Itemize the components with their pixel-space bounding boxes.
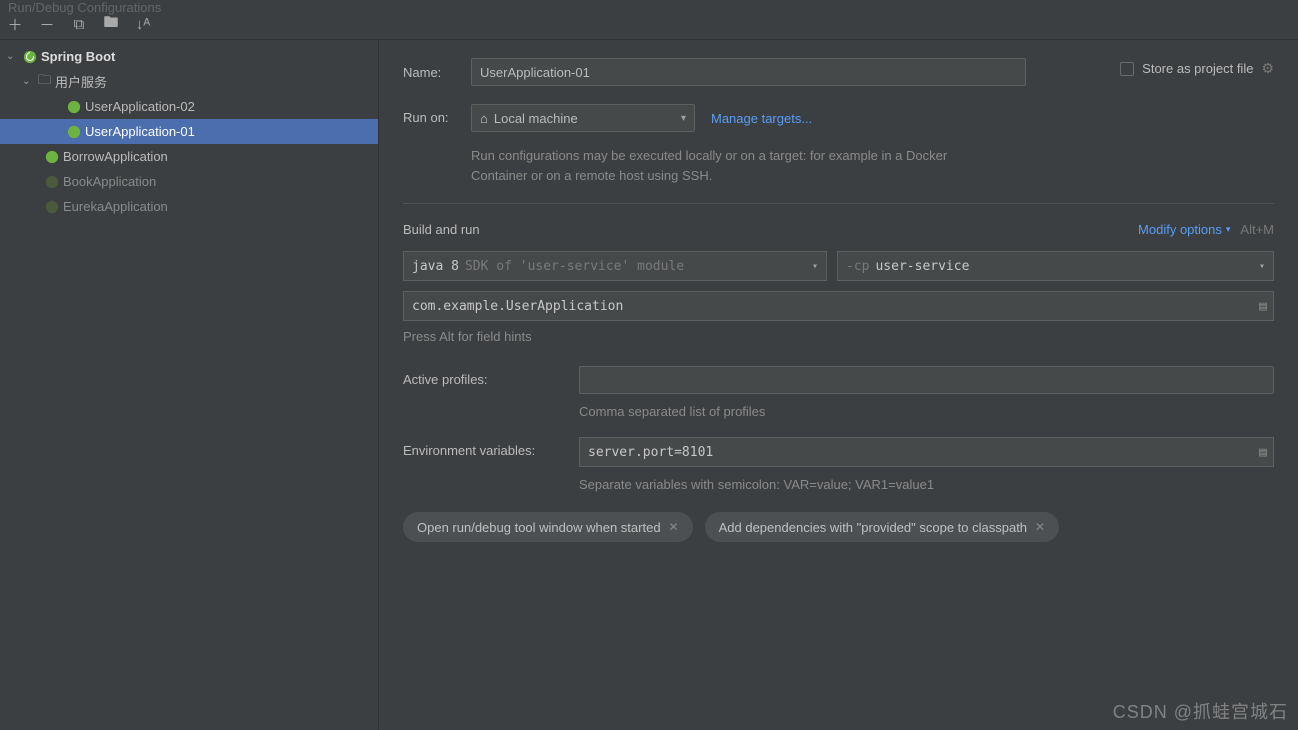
separator [403, 203, 1274, 204]
list-icon[interactable]: ▤ [1259, 445, 1267, 460]
tree-root-spring-boot[interactable]: ⌄ Spring Boot [0, 44, 378, 69]
chip-label: Open run/debug tool window when started [417, 520, 661, 535]
cp-prefix: -cp [846, 259, 869, 274]
name-label: Name: [403, 65, 471, 80]
classpath-combo[interactable]: -cp user-service ▾ [837, 251, 1274, 281]
copy-icon[interactable]: ⧉ [70, 16, 88, 33]
checkbox-icon[interactable] [1120, 62, 1134, 76]
chevron-down-icon: ▾ [1226, 224, 1231, 235]
jdk-value: java 8 [412, 259, 459, 274]
spring-icon [22, 49, 37, 64]
list-icon[interactable]: ▤ [1259, 299, 1267, 314]
spring-icon [44, 149, 59, 164]
gear-icon[interactable]: ⚙ [1261, 60, 1274, 77]
modify-options-link[interactable]: Modify options ▾ [1138, 222, 1230, 237]
build-section-title: Build and run [403, 222, 1138, 237]
tree-label: BookApplication [63, 174, 156, 189]
env-value: server.port=8101 [588, 445, 713, 460]
chip-label: Add dependencies with "provided" scope t… [719, 520, 1027, 535]
cp-value: user-service [875, 259, 969, 274]
option-chip[interactable]: Add dependencies with "provided" scope t… [705, 512, 1060, 542]
toolbar: ＋ － ⧉ 🖿 ↓ᴬ [0, 10, 1298, 40]
config-form: Store as project file ⚙ Name: Run on: ⌂ … [379, 40, 1298, 730]
spring-icon [44, 199, 59, 214]
spring-icon [66, 124, 81, 139]
remove-icon[interactable]: － [38, 14, 56, 35]
tree-label: 用户服务 [55, 72, 107, 91]
config-tree: ⌄ Spring Boot ⌄ 🗀 用户服务 UserApplication-0… [0, 40, 379, 730]
main-class-value: com.example.UserApplication [412, 299, 623, 314]
chevron-down-icon: ⌄ [22, 76, 34, 87]
tree-label: UserApplication-02 [85, 99, 195, 114]
field-hint: Press Alt for field hints [403, 329, 1274, 344]
tree-item[interactable]: UserApplication-02 [0, 94, 378, 119]
tree-label: Spring Boot [41, 49, 115, 64]
shortcut-hint: Alt+M [1240, 222, 1274, 237]
profiles-hint: Comma separated list of profiles [579, 404, 1274, 419]
name-input[interactable] [471, 58, 1026, 86]
chevron-down-icon: ⌄ [6, 51, 18, 62]
close-icon[interactable]: ✕ [1035, 520, 1045, 534]
runon-label: Run on: [403, 104, 471, 125]
tree-folder-users[interactable]: ⌄ 🗀 用户服务 [0, 69, 378, 94]
save-template-icon[interactable]: 🖿 [102, 12, 120, 37]
tree-item-selected[interactable]: UserApplication-01 [0, 119, 378, 144]
runon-value: Local machine [494, 111, 578, 126]
titlebar: Run/Debug Configurations [0, 0, 1298, 10]
window-title: Run/Debug Configurations [8, 0, 161, 15]
tree-label: UserApplication-01 [85, 124, 195, 139]
env-hint: Separate variables with semicolon: VAR=v… [579, 477, 1274, 492]
chevron-down-icon: ▾ [812, 261, 818, 272]
tree-item[interactable]: EurekaApplication [0, 194, 378, 219]
runon-combo[interactable]: ⌂ Local machine ▾ [471, 104, 695, 132]
jdk-hint: SDK of 'user-service' module [465, 259, 684, 274]
tree-item[interactable]: BorrowApplication [0, 144, 378, 169]
chevron-down-icon: ▾ [681, 113, 686, 124]
tree-item[interactable]: BookApplication [0, 169, 378, 194]
tree-label: EurekaApplication [63, 199, 168, 214]
manage-targets-link[interactable]: Manage targets... [711, 111, 812, 126]
spring-icon [66, 99, 81, 114]
jdk-combo[interactable]: java 8 SDK of 'user-service' module ▾ [403, 251, 827, 281]
profiles-input[interactable] [579, 366, 1274, 394]
add-icon[interactable]: ＋ [6, 14, 24, 35]
home-icon: ⌂ [480, 111, 488, 126]
env-label: Environment variables: [403, 437, 579, 458]
sort-icon[interactable]: ↓ᴬ [134, 16, 152, 33]
close-icon[interactable]: ✕ [669, 520, 679, 534]
option-chip[interactable]: Open run/debug tool window when started … [403, 512, 693, 542]
watermark: CSDN @抓蛙宫城石 [1113, 698, 1288, 724]
spring-icon [44, 174, 59, 189]
runon-hint: Run configurations may be executed local… [471, 146, 951, 185]
folder-icon: 🗀 [38, 71, 51, 93]
main-class-field[interactable]: com.example.UserApplication ▤ [403, 291, 1274, 321]
store-as-project-file[interactable]: Store as project file ⚙ [1120, 60, 1274, 77]
store-label: Store as project file [1142, 61, 1253, 76]
env-input[interactable]: server.port=8101 ▤ [579, 437, 1274, 467]
profiles-label: Active profiles: [403, 366, 579, 387]
chevron-down-icon: ▾ [1259, 261, 1265, 272]
tree-label: BorrowApplication [63, 149, 168, 164]
